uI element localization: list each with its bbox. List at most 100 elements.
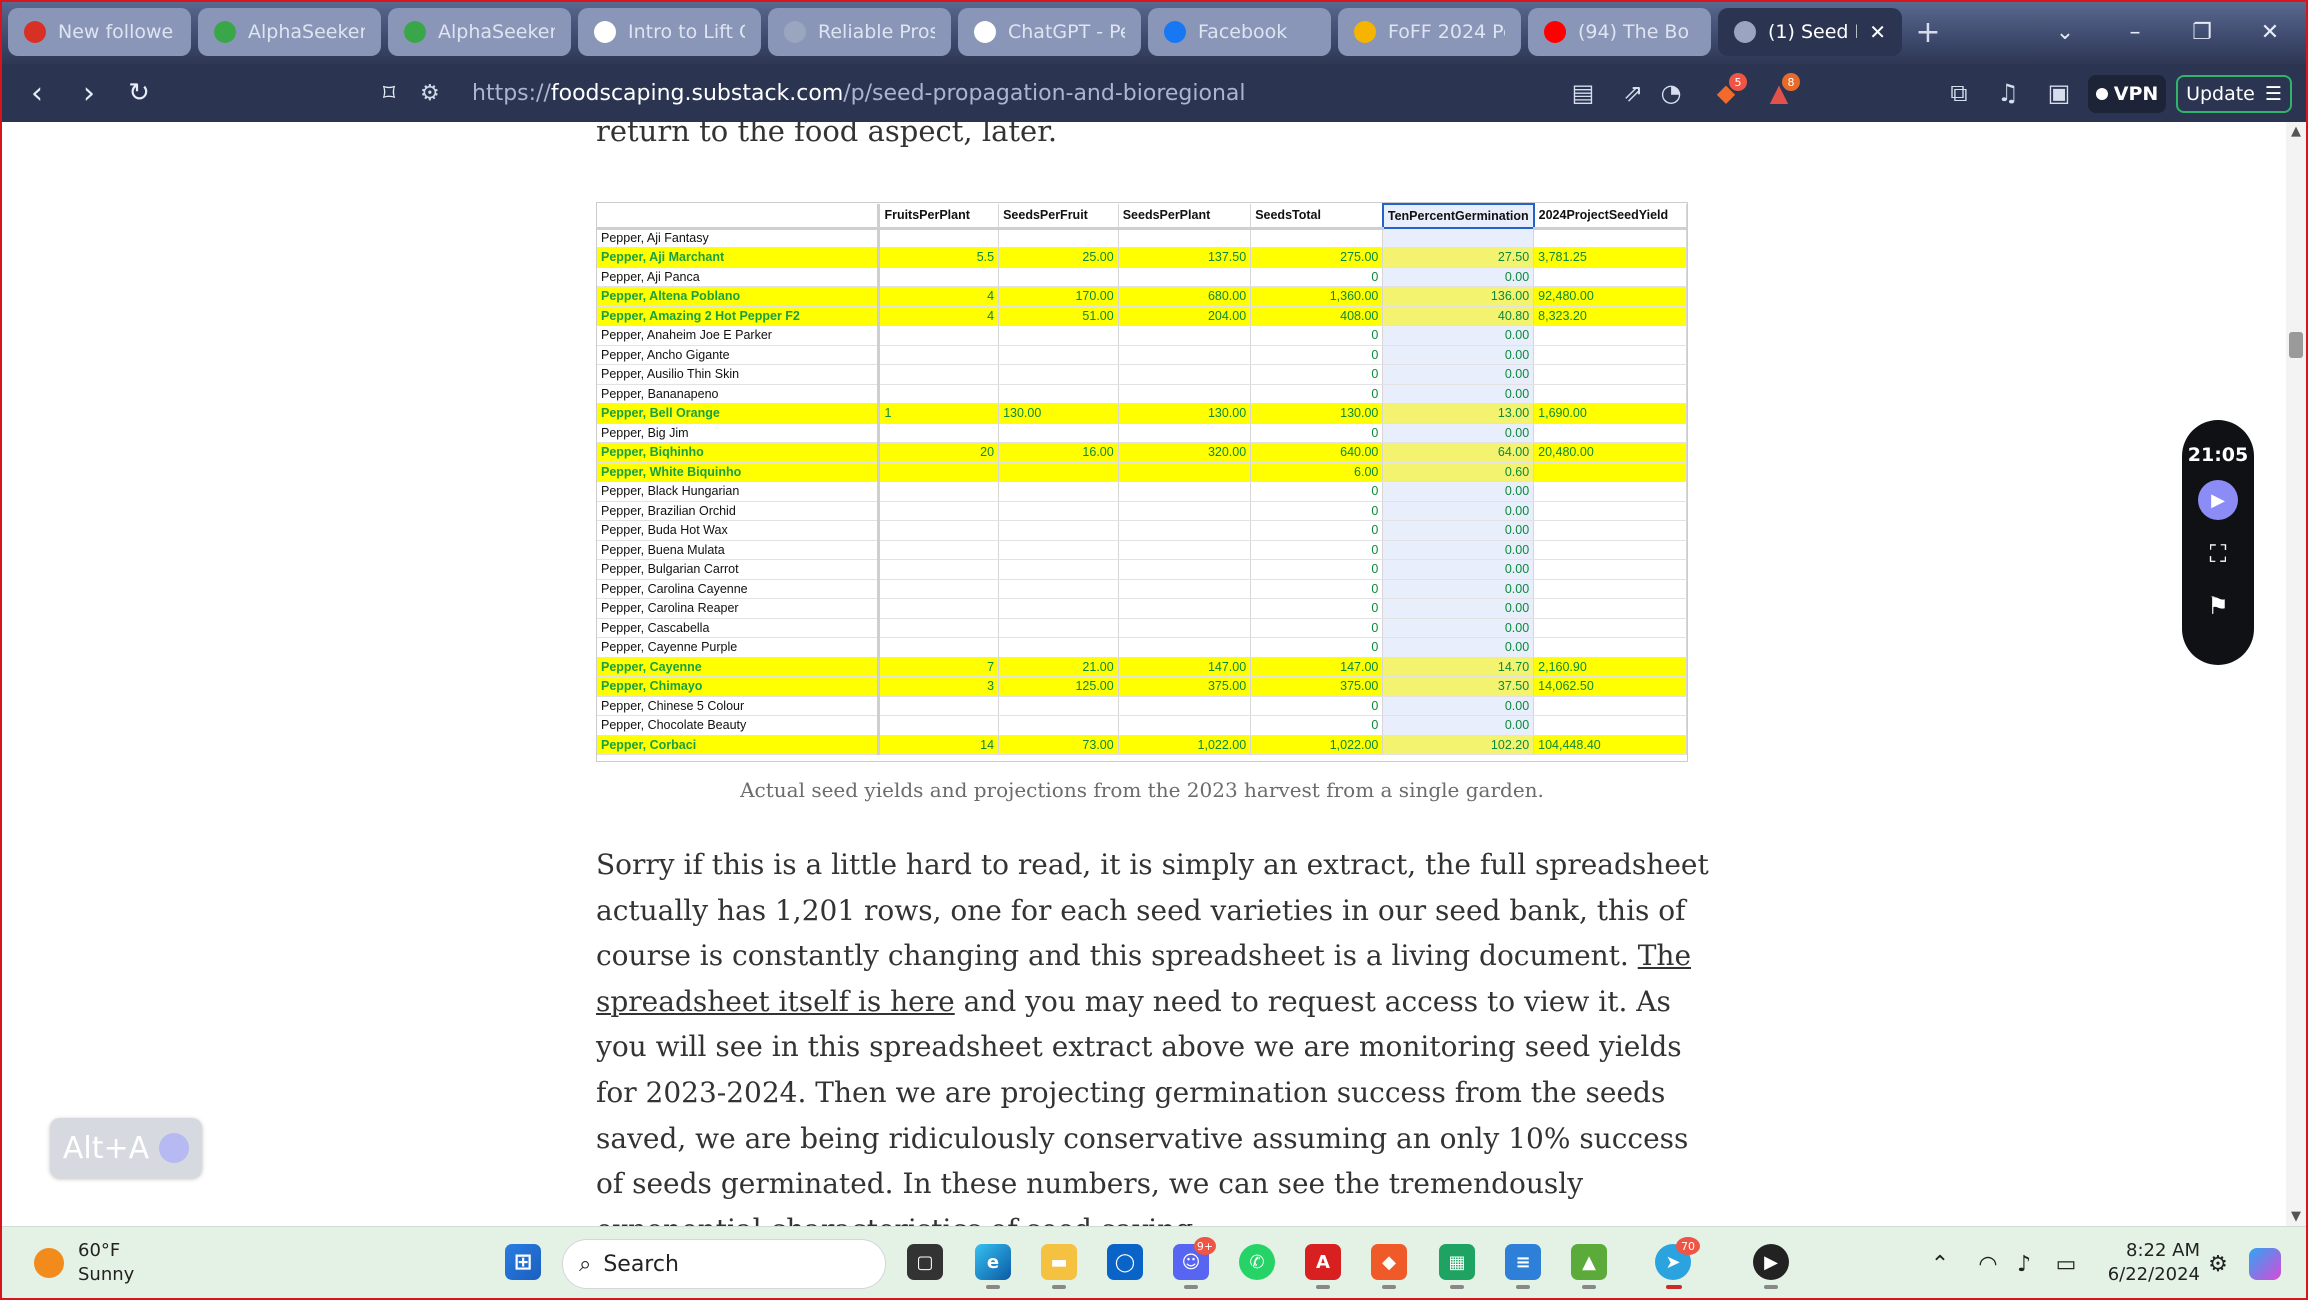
brave-shields-icon[interactable]: ◆ 5 [1703, 64, 1749, 122]
update-button[interactable]: Update ☰ [2176, 75, 2292, 113]
volume-icon[interactable]: ♪ [2006, 1239, 2042, 1289]
tab-title: Facebook [1198, 21, 1288, 43]
screenshot-icon[interactable]: ⛶ [2182, 540, 2254, 568]
alphaseeker-icon [404, 21, 426, 43]
wallet-icon[interactable]: ▣ [2036, 64, 2082, 122]
close-tab-icon[interactable]: ✕ [1869, 20, 1886, 44]
globe-icon [1734, 21, 1756, 43]
url-prefix: https:// [472, 80, 551, 106]
tab-1[interactable]: AlphaSeeker AI [198, 8, 381, 56]
taskbar-search[interactable]: ⌕ Search [562, 1239, 886, 1289]
minimize-button[interactable]: – [2105, 8, 2165, 56]
vpn-button[interactable]: VPN [2088, 75, 2166, 113]
tab-2[interactable]: AlphaSeeker AI [388, 8, 571, 56]
tab-4[interactable]: Reliable Prospe [768, 8, 951, 56]
start-button[interactable]: ⊞ [498, 1237, 548, 1287]
table-cell-spp [1118, 618, 1252, 638]
table-cell-fruits [878, 481, 1000, 502]
media-player-icon[interactable]: ▶ [1746, 1237, 1796, 1289]
table-row: Pepper, Bulgarian Carrot 0 0.00 [597, 559, 1687, 580]
rss-icon[interactable]: ◔ [1648, 64, 1694, 122]
seed-yield-table: FruitsPerPlant SeedsPerFruit SeedsPerPlant… [597, 203, 1687, 755]
table-row: Pepper, Cayenne Purple 0 0.00 [597, 637, 1687, 658]
battery-icon[interactable]: ▭ [2046, 1239, 2086, 1289]
sheets-icon[interactable]: ▦ [1432, 1237, 1482, 1289]
restore-button[interactable]: ❐ [2172, 8, 2232, 56]
reader-mode-icon[interactable]: ▤ [1560, 64, 1606, 122]
tab-5[interactable]: ChatGPT - Perr [958, 8, 1141, 56]
back-button[interactable]: ‹ [12, 64, 62, 122]
play-icon[interactable]: ▶ [2198, 480, 2238, 520]
table-cell-ten: 0.00 [1382, 267, 1535, 287]
table-cell-ten: 0.00 [1382, 559, 1535, 580]
copilot-icon[interactable] [2240, 1239, 2290, 1289]
forward-button[interactable]: › [64, 64, 114, 122]
page-scrollbar[interactable]: ▲ ▼ [2286, 122, 2306, 1226]
telegram-icon[interactable]: ➤ 70 [1648, 1237, 1700, 1289]
extensions-icon[interactable]: ⧉ [1936, 64, 1982, 122]
discord-icon[interactable]: ☺ 9+ [1166, 1237, 1216, 1289]
table-cell-spf: 51.00 [998, 306, 1119, 326]
edge-icon[interactable]: e [968, 1237, 1018, 1289]
tab-3[interactable]: Intro to Lift Ca [578, 8, 761, 56]
scroll-down-icon[interactable]: ▼ [2286, 1209, 2306, 1224]
outlook-icon[interactable]: ◯ [1100, 1237, 1150, 1287]
scroll-up-icon[interactable]: ▲ [2286, 124, 2306, 139]
table-cell-name: Pepper, Black Hungarian [597, 481, 881, 502]
table-row: Pepper, Cascabella 0 0.00 [597, 618, 1687, 638]
weather-widget[interactable]: 60°F Sunny [34, 1239, 134, 1287]
media-icon[interactable]: ♫ [1985, 64, 2031, 122]
tab-9[interactable]: (1) Seed Pr ✕ [1718, 8, 1902, 56]
tab-7[interactable]: FoFF 2024 Poli [1338, 8, 1521, 56]
table-row: Pepper, Amazing 2 Hot Pepper F2 4 51.00 204… [597, 306, 1687, 326]
table-cell-name: Pepper, Biqhinho [597, 442, 881, 463]
image-viewer-icon[interactable]: ▲ [1564, 1237, 1614, 1289]
site-settings-icon[interactable]: ⚙ [420, 81, 450, 106]
globe-icon [784, 21, 806, 43]
file-explorer-icon[interactable]: ▬ [1034, 1237, 1084, 1289]
shortcut-hint[interactable]: Alt+A [50, 1118, 202, 1178]
table-cell-spf [998, 559, 1119, 580]
table-cell-total: 147.00 [1250, 657, 1384, 677]
tab-title: (94) The Bo [1578, 21, 1690, 43]
bookmark-add-icon[interactable]: ⚑ [2182, 592, 2254, 620]
notepad-icon[interactable]: ≡ [1498, 1237, 1548, 1289]
tab-0[interactable]: New follower o [8, 8, 191, 56]
taskbar-clock[interactable]: 8:22 AM 6/22/2024 [2096, 1239, 2200, 1287]
search-icon: ⌕ [579, 1251, 592, 1277]
tab-list: New follower o AlphaSeeker AI AlphaSeeker … [8, 8, 1947, 56]
table-cell-total: 0 [1250, 579, 1384, 599]
tab-6[interactable]: Facebook [1148, 8, 1331, 56]
reload-button[interactable]: ↻ [114, 64, 164, 122]
brave-browser-icon[interactable]: ◆ [1364, 1237, 1414, 1289]
table-cell-fruits [878, 637, 1000, 658]
table-row: Pepper, Ausilio Thin Skin 0 0.00 [597, 364, 1687, 385]
table-cell-name: Pepper, Brazilian Orchid [597, 501, 881, 521]
table-cell-ten: 0.00 [1382, 345, 1535, 365]
table-cell-spf [998, 325, 1119, 346]
bookmark-icon[interactable]: ⌑ [364, 64, 414, 122]
tab-search-icon[interactable]: ⌄ [2035, 8, 2095, 56]
wifi-icon[interactable]: ◠ [1968, 1239, 2008, 1289]
tab-8[interactable]: (94) The Bo [1528, 8, 1711, 56]
close-window-button[interactable]: ✕ [2240, 8, 2300, 56]
brave-rewards-icon[interactable]: ▲ 8 [1756, 64, 1802, 122]
tab-title: (1) Seed Pr [1768, 21, 1857, 43]
table-cell-spp: 375.00 [1118, 676, 1252, 697]
table-cell-total: 0 [1250, 618, 1384, 638]
table-cell-spp [1118, 540, 1252, 560]
tray-overflow-icon[interactable]: ⌃ [1922, 1239, 1958, 1289]
settings-icon[interactable]: ⚙ [2200, 1239, 2236, 1289]
table-cell-name: Pepper, Bell Orange [597, 403, 881, 424]
table-cell-spp: 147.00 [1118, 657, 1252, 677]
task-view-icon[interactable]: ▢ [900, 1237, 950, 1287]
table-cell-fruits [878, 501, 1000, 521]
new-tab-button[interactable]: + [1909, 8, 1947, 56]
table-cell-fruits: 4 [878, 306, 1000, 326]
scrollbar-thumb[interactable] [2289, 332, 2303, 358]
table-cell-proj [1533, 559, 1687, 580]
acrobat-icon[interactable]: A [1298, 1237, 1348, 1289]
table-row: Pepper, Aji Fantasy [597, 228, 1687, 248]
whatsapp-icon[interactable]: ✆ [1232, 1237, 1282, 1287]
table-cell-fruits: 4 [878, 286, 1000, 307]
